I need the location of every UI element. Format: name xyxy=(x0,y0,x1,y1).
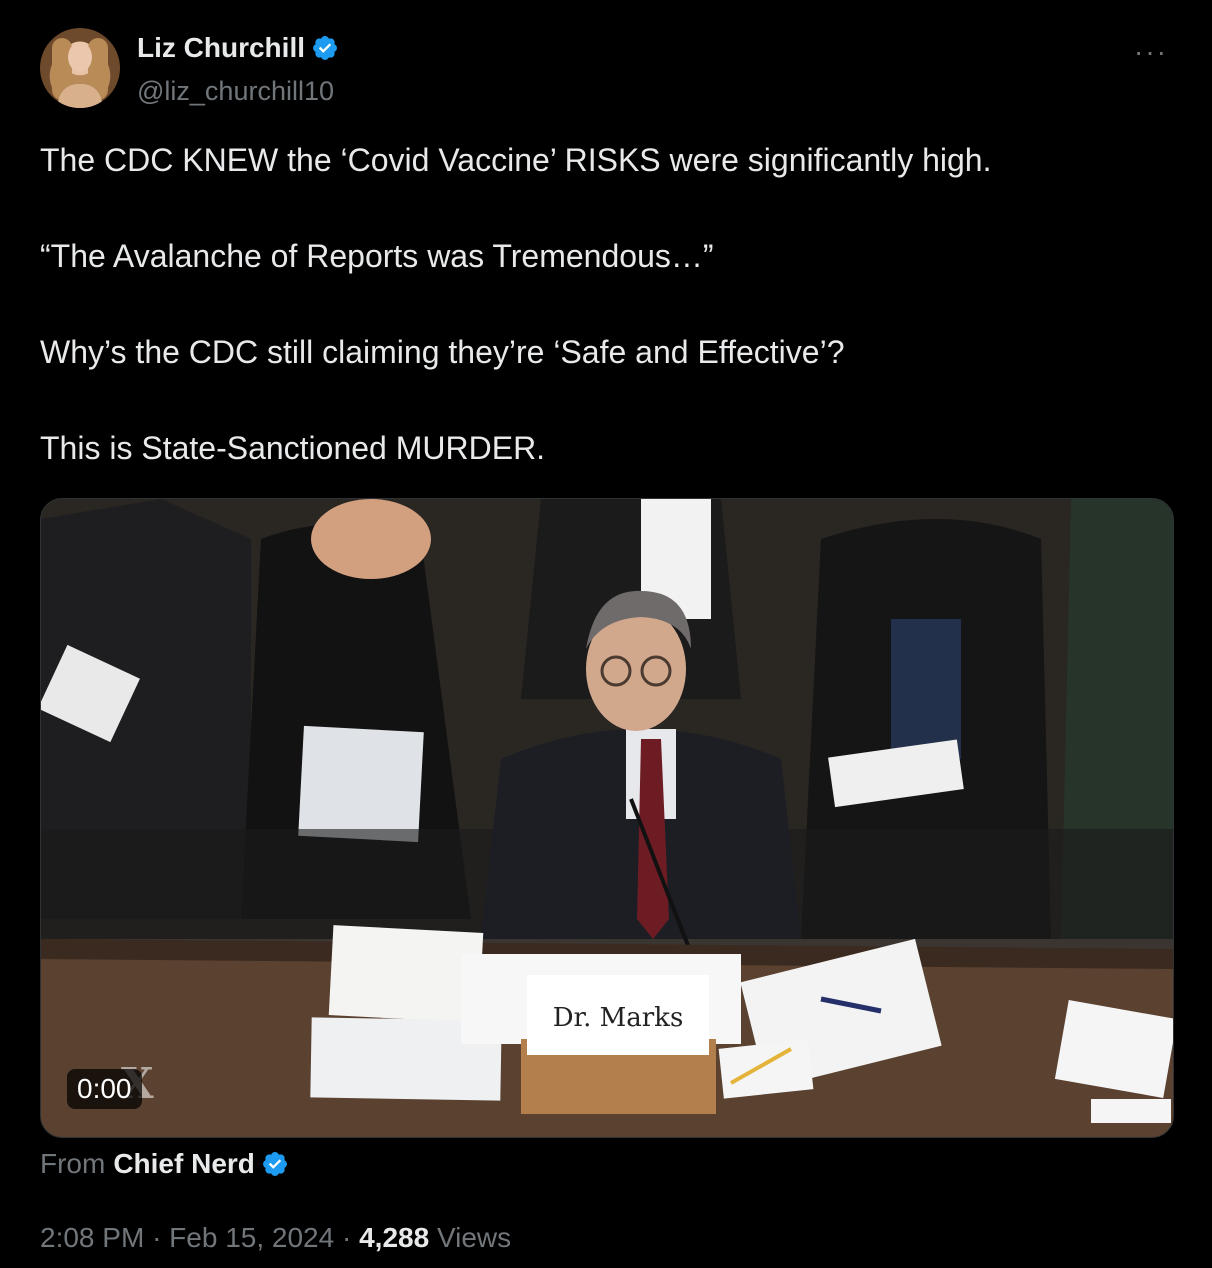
tweet-time[interactable]: 2:08 PM xyxy=(40,1222,144,1253)
verified-badge-icon xyxy=(313,36,337,60)
tweet-line: “The Avalanche of Reports was Tremendous… xyxy=(40,238,714,274)
views-label: Views xyxy=(436,1222,512,1253)
tweet-meta: 2:08 PM · Feb 15, 2024 · 4,288 Views xyxy=(40,1222,511,1254)
separator-dot: · xyxy=(341,1222,360,1253)
author-handle[interactable]: @liz_churchill10 xyxy=(137,76,334,107)
more-horizontal-icon[interactable]: ··· xyxy=(1134,36,1168,68)
author-name-row: Liz Churchill xyxy=(137,32,339,64)
tweet-line: The CDC KNEW the ‘Covid Vaccine’ RISKS w… xyxy=(40,142,992,178)
video-player[interactable]: Dr. Marks X 0:00 xyxy=(40,498,1174,1138)
tweet-line: This is State-Sanctioned MURDER. xyxy=(40,430,546,466)
video-source: From Chief Nerd xyxy=(40,1148,289,1180)
views-count: 4,288 xyxy=(359,1222,430,1253)
source-name-link[interactable]: Chief Nerd xyxy=(113,1148,255,1180)
avatar[interactable] xyxy=(40,28,120,108)
author-name[interactable]: Liz Churchill xyxy=(137,32,305,64)
video-duration-badge: 0:00 xyxy=(67,1069,142,1109)
separator-dot: · xyxy=(152,1222,170,1253)
tweet-header: Liz Churchill @liz_churchill10 ··· xyxy=(40,28,1180,112)
tweet-date[interactable]: Feb 15, 2024 xyxy=(169,1222,334,1253)
tweet-line: Why’s the CDC still claiming they’re ‘Sa… xyxy=(40,334,845,370)
nameplate-text: Dr. Marks xyxy=(553,1003,684,1033)
tweet-text: The CDC KNEW the ‘Covid Vaccine’ RISKS w… xyxy=(40,140,1170,524)
source-label: From xyxy=(40,1148,106,1179)
video-frame: Dr. Marks xyxy=(41,499,1173,1137)
verified-badge-icon xyxy=(262,1152,287,1176)
